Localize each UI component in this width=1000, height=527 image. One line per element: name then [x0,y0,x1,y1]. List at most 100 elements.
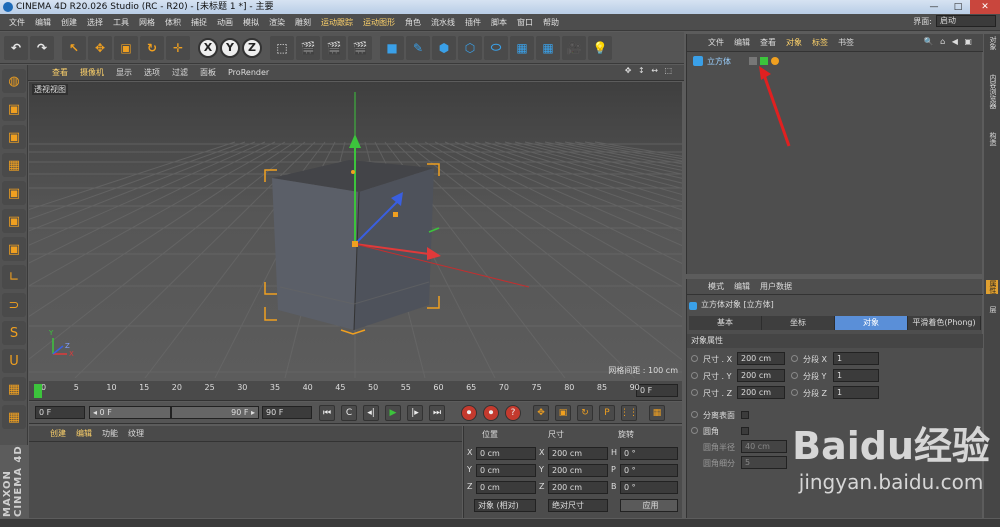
size-anim-dot[interactable] [691,389,698,396]
menu-item-12[interactable]: 运动跟踪 [316,14,358,31]
attribute-menu-1[interactable]: 编辑 [729,281,755,292]
toolbar-button-15[interactable]: ✎ [406,35,430,60]
toolbar-button-22[interactable]: 💡 [588,35,612,60]
object-menu-4[interactable]: 标签 [807,37,833,48]
apply-button[interactable]: 应用 [620,499,678,512]
left-tool-icon-12[interactable]: ▦ [2,405,26,429]
menu-item-18[interactable]: 窗口 [512,14,538,31]
object-menu-5[interactable]: 书签 [833,37,859,48]
range-end[interactable]: 90 F ▸ [171,406,259,419]
transport-button-14[interactable]: ▦ [649,405,665,421]
menu-item-14[interactable]: 角色 [400,14,426,31]
playhead[interactable] [34,384,42,398]
left-tool-icon-4[interactable]: ▣ [2,181,26,205]
menu-item-15[interactable]: 流水线 [426,14,460,31]
left-tool-icon-0[interactable]: ◍ [2,69,26,93]
maximize-button[interactable]: □ [946,0,970,14]
menu-item-11[interactable]: 雕刻 [290,14,316,31]
menu-item-16[interactable]: 插件 [460,14,486,31]
coord-position-field[interactable]: 0 cm [476,464,536,477]
minimize-button[interactable]: — [922,0,946,14]
toolbar-button-9[interactable]: Z [242,37,262,58]
right-tab-4[interactable]: 层 [986,306,998,313]
toolbar-button-4[interactable]: ▣ [114,35,138,60]
object-menu-3[interactable]: 对象 [781,37,807,48]
viewport-menu-6[interactable]: ProRender [222,68,275,77]
menu-item-2[interactable]: 创建 [56,14,82,31]
coord-position-field[interactable]: 0 cm [476,447,536,460]
left-tool-icon-7[interactable]: ∟ [2,265,26,289]
menu-item-3[interactable]: 选择 [82,14,108,31]
menu-item-9[interactable]: 模拟 [238,14,264,31]
left-tool-icon-3[interactable]: ▦ [2,153,26,177]
right-tab-1[interactable]: 内容浏览器 [986,74,998,109]
transport-button-5[interactable]: ⏭ [429,405,445,421]
transport-button-3[interactable]: ▶ [385,405,401,421]
right-tab-3[interactable]: 属性 [986,280,998,294]
toolbar-button-6[interactable]: ✛ [166,35,190,60]
toolbar-button-16[interactable]: ⬢ [432,35,456,60]
toolbar-button-19[interactable]: ▦ [510,35,534,60]
toolbar-button-12[interactable]: 🎬 [322,35,346,60]
toolbar-button-20[interactable]: ▦ [536,35,560,60]
left-tool-icon-8[interactable]: ⊃ [2,293,26,317]
segment-anim-dot[interactable] [791,355,798,362]
menu-item-6[interactable]: 体积 [160,14,186,31]
size-anim-dot[interactable] [691,372,698,379]
transport-button-10[interactable]: ▣ [555,405,571,421]
coord-size-field[interactable]: 200 cm [548,464,608,477]
coord-rotation-field[interactable]: 0 ° [620,481,678,494]
layer-icon[interactable] [749,57,757,65]
menu-item-5[interactable]: 网格 [134,14,160,31]
left-tool-icon-10[interactable]: U [2,349,26,373]
fillet-sub-field[interactable]: 5 [741,456,787,469]
transport-button-9[interactable]: ✥ [533,405,549,421]
toolbar-button-10[interactable]: ⬚ [270,35,294,60]
menu-item-10[interactable]: 渲染 [264,14,290,31]
transport-button-4[interactable]: |▸ [407,405,423,421]
segment-field[interactable]: 1 [833,369,879,382]
toolbar-button-17[interactable]: ⬡ [458,35,482,60]
coord-position-field[interactable]: 0 cm [476,481,536,494]
size-field[interactable]: 200 cm [737,352,785,365]
left-tool-icon-2[interactable]: ▣ [2,125,26,149]
toolbar-button-18[interactable]: ⬭ [484,35,508,60]
toolbar-button-7[interactable]: X [198,37,218,58]
toolbar-button-3[interactable]: ✥ [88,35,112,60]
viewport-3d[interactable]: 透视视图 Y Z X 网格间距 : 100 cm [29,82,682,378]
transport-button-1[interactable]: C [341,405,357,421]
transport-button-13[interactable]: ⋮⋮ [620,405,638,421]
left-tool-icon-5[interactable]: ▣ [2,209,26,233]
cube-left-face[interactable] [272,178,359,330]
left-tool-icon-1[interactable]: ▣ [2,97,26,121]
material-menu-0[interactable]: 创建 [45,428,71,439]
menu-item-17[interactable]: 脚本 [486,14,512,31]
segment-anim-dot[interactable] [791,389,798,396]
transport-button-12[interactable]: P [599,405,615,421]
object-menu-0[interactable]: 文件 [703,37,729,48]
separate-faces-checkbox[interactable] [741,411,749,419]
toolbar-button-13[interactable]: 🎬 [348,35,372,60]
attribute-tab-3[interactable]: 平滑着色(Phong) [908,316,981,330]
toolbar-button-2[interactable]: ↖ [62,35,86,60]
transport-button-11[interactable]: ↻ [577,405,593,421]
object-row-cube[interactable]: 立方体 [687,54,983,68]
viewport-menu-1[interactable]: 摄像机 [74,67,110,78]
material-menu-1[interactable]: 编辑 [71,428,97,439]
object-name[interactable]: 立方体 [707,56,749,67]
viewport-menu-4[interactable]: 过滤 [166,67,194,78]
material-menu-3[interactable]: 纹理 [123,428,149,439]
attribute-tab-1[interactable]: 坐标 [762,316,835,330]
current-frame-field[interactable]: 0 F [636,384,678,397]
transport-button-2[interactable]: ◂| [363,405,379,421]
start-frame-field[interactable]: 0 F [35,406,85,419]
object-tool-icons[interactable]: 🔍 ⌂ ◀ ▣ [919,37,979,46]
timeline-ruler[interactable]: 0 F 0 5 10 15 20 25 30 35 40 45 50 55 60 65 70 75 80 85 90 [29,381,682,401]
transport-button-6[interactable]: ⏺ [461,405,477,421]
object-menu-1[interactable]: 编辑 [729,37,755,48]
end-frame-field[interactable]: 90 F [262,406,312,419]
viewport-menu-5[interactable]: 面板 [194,67,222,78]
coord-size-field[interactable]: 200 cm [548,447,608,460]
material-menu-2[interactable]: 功能 [97,428,123,439]
size-field[interactable]: 200 cm [737,386,785,399]
